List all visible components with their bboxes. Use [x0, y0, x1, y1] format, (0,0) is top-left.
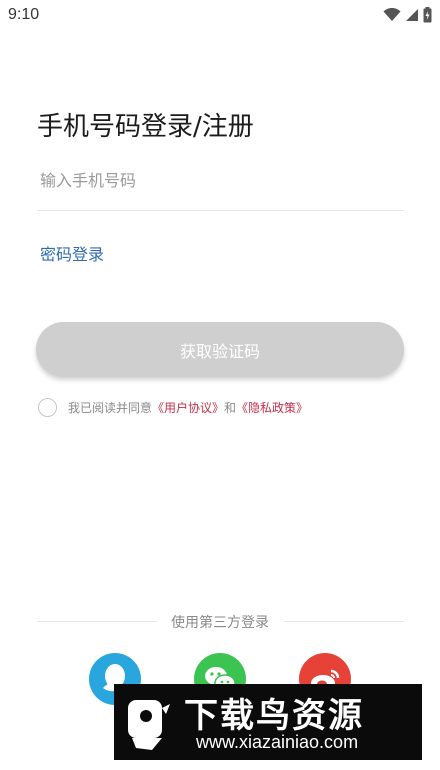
watermark-title: 下载鸟资源 — [184, 696, 364, 736]
agreement-checkbox[interactable] — [38, 397, 57, 417]
input-divider — [37, 210, 404, 211]
bird-logo-icon — [128, 700, 170, 750]
status-bar: 9:10 — [0, 0, 440, 32]
privacy-policy-link[interactable]: 《隐私政策》 — [236, 399, 308, 416]
agreement-row: 我已阅读并同意 《用户协议》 和 《隐私政策》 — [38, 397, 308, 417]
cellular-signal-icon — [406, 9, 418, 21]
agreement-prefix: 我已阅读并同意 — [68, 400, 153, 415]
third-party-divider-right — [284, 621, 404, 622]
watermark-banner: 下载鸟资源 www.xiazainiao.com — [114, 684, 422, 760]
page-title: 手机号码登录/注册 — [37, 112, 254, 142]
password-login-link[interactable]: 密码登录 — [40, 241, 104, 265]
status-icons — [383, 6, 432, 24]
phone-number-input[interactable] — [37, 164, 404, 196]
user-agreement-link[interactable]: 《用户协议》 — [152, 399, 224, 416]
status-time: 9:10 — [8, 6, 40, 23]
wifi-icon — [383, 8, 401, 21]
third-party-login-label: 使用第三方登录 — [171, 615, 269, 631]
agreement-joiner: 和 — [224, 400, 237, 415]
watermark-url: www.xiazainiao.com — [196, 732, 359, 752]
battery-icon — [423, 7, 432, 23]
get-verification-code-button[interactable]: 获取验证码 — [36, 322, 404, 377]
